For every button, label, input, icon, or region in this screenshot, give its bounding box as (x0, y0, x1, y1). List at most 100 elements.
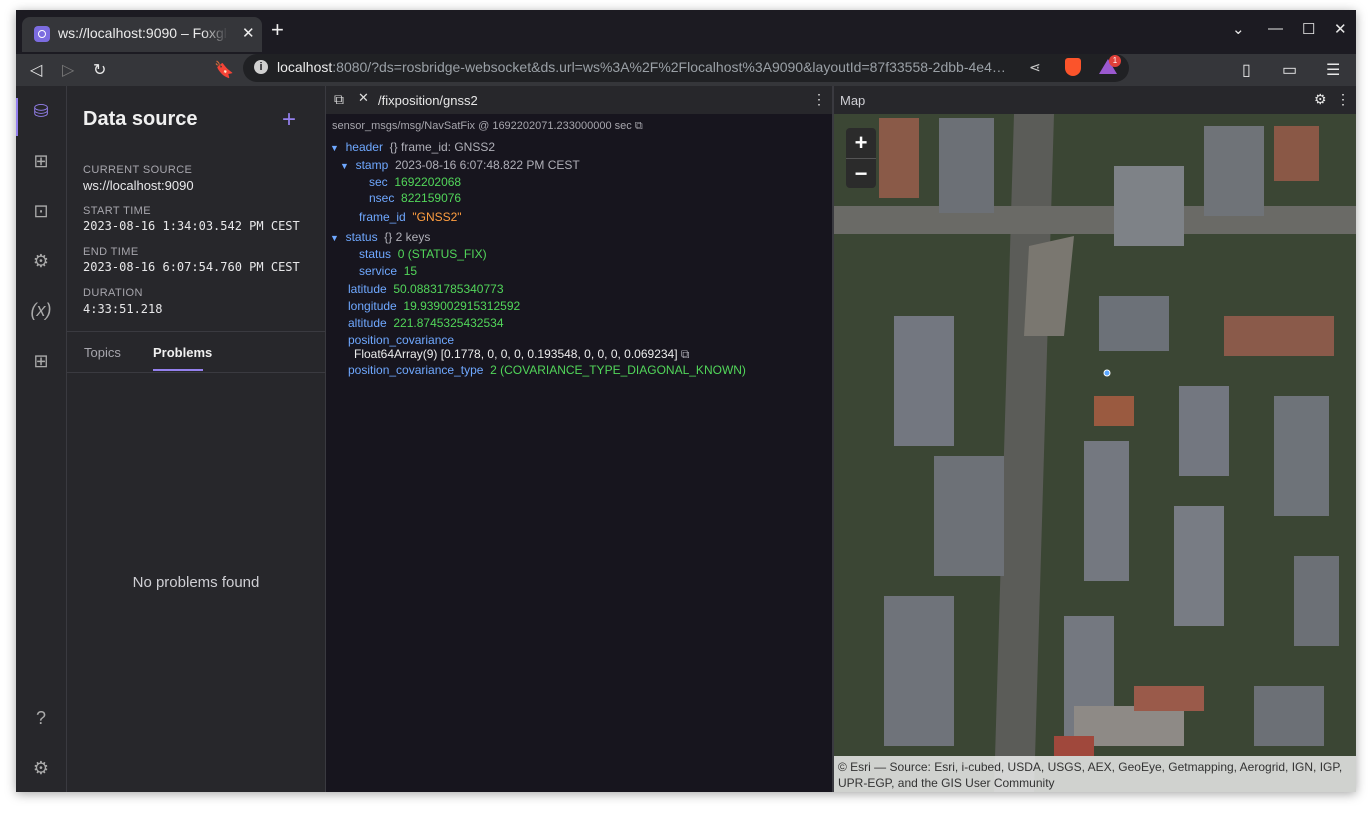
browser-window: ws://localhost:9090 – Foxglove Studio ✕ … (16, 10, 1356, 792)
add-panel-icon[interactable]: ⊡ (29, 199, 53, 223)
expand-toggle-icon[interactable]: ▼ (330, 233, 339, 243)
settings-gear-icon[interactable]: ⚙ (29, 756, 53, 780)
help-icon[interactable]: ? (29, 706, 53, 730)
address-bar[interactable]: i localhost:8080/?ds=rosbridge-websocket… (243, 54, 1129, 82)
empty-problems-message: No problems found (132, 574, 260, 591)
wallet-icon[interactable]: ▭ (1282, 60, 1297, 80)
map-settings-icon[interactable]: ⚙ (1314, 91, 1327, 108)
tab-title: ws://localhost:9090 – Foxglove Studio (58, 25, 228, 41)
map-attribution: © Esri — Source: Esri, i-cubed, USDA, US… (834, 756, 1356, 792)
tab-search-icon[interactable]: ⌄ (1232, 20, 1245, 38)
tree-row-covariance-type: position_covariance_type 2 (COVARIANCE_T… (348, 362, 746, 378)
close-window-icon[interactable]: ✕ (1334, 20, 1347, 38)
browser-toolbar: ◁ ▷ ↻ 🔖 i localhost:8080/?ds=rosbridge-w… (16, 54, 1356, 86)
tree-value: 2 (COVARIANCE_TYPE_DIAGONAL_KNOWN) (490, 363, 746, 377)
extensions-icon[interactable]: ⊞ (29, 349, 53, 373)
copy-array-icon[interactable]: ⧉ (681, 347, 690, 361)
copy-meta-icon[interactable]: ⧉ (635, 120, 643, 132)
reload-icon[interactable]: ↻ (93, 60, 106, 80)
panel-layout-icon[interactable]: ⊞ (29, 149, 53, 173)
active-tab-indicator (153, 369, 203, 371)
tree-key: frame_id (359, 210, 406, 224)
tree-key: service (359, 264, 398, 278)
share-icon[interactable]: ⋖ (1029, 59, 1041, 76)
raw-messages-panel: ⧉ ✕ /fixposition/gnss2 ⋮ sensor_msgs/msg… (326, 86, 834, 792)
variables-icon[interactable]: (x) (29, 298, 53, 322)
tree-row-latitude: latitude 50.08831785340773 (348, 281, 504, 297)
data-source-sidebar: Data source + CURRENT SOURCE ws://localh… (67, 86, 326, 792)
rewards-badge: 1 (1109, 55, 1121, 67)
panel-settings-icon[interactable]: ⚙ (29, 249, 53, 273)
tree-row-service: service 15 (359, 263, 417, 279)
tree-row-status-status: status 0 (STATUS_FIX) (359, 246, 487, 262)
back-icon[interactable]: ◁ (30, 60, 42, 80)
tree-value: 0 (STATUS_FIX) (397, 247, 487, 261)
minimize-icon[interactable]: — (1268, 20, 1283, 37)
forward-icon[interactable]: ▷ (62, 60, 74, 80)
tree-row-covariance-array: Float64Array(9) [0.1778, 0, 0, 0, 0.1935… (354, 346, 689, 362)
expand-toggle-icon[interactable]: ▼ (340, 161, 349, 171)
map-menu-icon[interactable]: ⋮ (1336, 91, 1350, 108)
tab-topics[interactable]: Topics (84, 345, 121, 360)
tree-row-nsec: nsec 822159076 (369, 190, 461, 206)
tree-value: 19.939002915312592 (403, 299, 521, 313)
satellite-imagery[interactable] (834, 86, 1356, 792)
foxglove-favicon-icon (34, 26, 50, 42)
diff-toggle-icon[interactable]: ✕ (358, 90, 369, 106)
message-meta: sensor_msgs/msg/NavSatFix @ 1692202071.2… (332, 120, 643, 133)
foxglove-app: ⛁ ⊞ ⊡ ⚙ (x) ⊞ ? ⚙ Data source + CURRENT … (16, 86, 1356, 792)
sidebar-tabs: Topics Problems (67, 331, 325, 373)
tree-value: 822159076 (401, 191, 462, 205)
url-path: :8080/?ds=rosbridge-websocket&ds.url=ws%… (332, 59, 1006, 75)
copy-icon[interactable]: ⧉ (334, 91, 344, 108)
tree-summary: {} frame_id: GNSS2 (389, 140, 496, 154)
start-time-value: 2023-08-16 1:34:03.542 PM CEST (83, 219, 300, 233)
end-time-value: 2023-08-16 6:07:54.760 PM CEST (83, 260, 300, 274)
sidebar-title: Data source (83, 108, 198, 130)
tree-key: altitude (348, 316, 387, 330)
current-source-label: CURRENT SOURCE (83, 164, 193, 176)
tree-row-status[interactable]: ▼ status {} 2 keys (330, 229, 430, 246)
new-tab-button[interactable]: + (271, 19, 284, 41)
tab-close-icon[interactable]: ✕ (242, 24, 255, 42)
duration-label: DURATION (83, 287, 143, 299)
tree-value: Float64Array(9) [0.1778, 0, 0, 0, 0.1935… (354, 347, 678, 361)
tree-value: 1692202068 (394, 175, 462, 189)
tree-value: "GNSS2" (412, 210, 462, 224)
tab-strip: ws://localhost:9090 – Foxglove Studio ✕ … (16, 10, 1356, 54)
tree-row-stamp[interactable]: ▼ stamp 2023-08-16 6:07:48.822 PM CEST (340, 157, 580, 174)
menu-icon[interactable]: ☰ (1326, 60, 1340, 80)
browser-tab[interactable]: ws://localhost:9090 – Foxglove Studio ✕ (22, 17, 262, 52)
map-panel[interactable]: Map ⚙ ⋮ + − © Esri — Source: Esri, i-cub… (834, 86, 1356, 792)
url-host: localhost (277, 59, 333, 75)
tree-key: nsec (369, 191, 395, 205)
add-data-source-button[interactable]: + (282, 106, 296, 134)
bookmark-icon[interactable]: 🔖 (214, 60, 234, 80)
message-meta-text: sensor_msgs/msg/NavSatFix @ 1692202071.2… (332, 120, 632, 132)
end-time-label: END TIME (83, 246, 139, 258)
panel-menu-icon[interactable]: ⋮ (812, 91, 826, 108)
site-info-icon[interactable]: i (254, 60, 268, 74)
zoom-control: + − (846, 128, 876, 188)
tree-row-longitude: longitude 19.939002915312592 (348, 298, 520, 314)
tree-row-frame-id: frame_id "GNSS2" (359, 209, 462, 225)
tab-problems[interactable]: Problems (153, 345, 212, 360)
tree-key: position_covariance_type (348, 363, 484, 377)
tree-row-altitude: altitude 221.8745325432534 (348, 315, 504, 331)
expand-toggle-icon[interactable]: ▼ (330, 143, 339, 153)
zoom-out-button[interactable]: − (846, 158, 876, 189)
maximize-icon[interactable]: ☐ (1302, 20, 1315, 38)
tree-row-header[interactable]: ▼ header {} frame_id: GNSS2 (330, 139, 495, 156)
zoom-in-button[interactable]: + (846, 128, 876, 158)
start-time-label: START TIME (83, 205, 151, 217)
left-rail: ⛁ ⊞ ⊡ ⚙ (x) ⊞ ? ⚙ (16, 86, 67, 792)
topic-path-input[interactable]: /fixposition/gnss2 (378, 93, 478, 108)
sidebar-toggle-icon[interactable]: ▯ (1242, 60, 1251, 80)
brave-shields-icon[interactable] (1065, 58, 1081, 76)
tree-key: sec (369, 175, 388, 189)
tree-key: stamp (355, 158, 389, 172)
current-source-value: ws://localhost:9090 (83, 178, 194, 193)
map-title: Map (840, 93, 866, 108)
data-source-icon[interactable]: ⛁ (29, 99, 53, 123)
url-text[interactable]: localhost:8080/?ds=rosbridge-websocket&d… (277, 59, 1017, 75)
